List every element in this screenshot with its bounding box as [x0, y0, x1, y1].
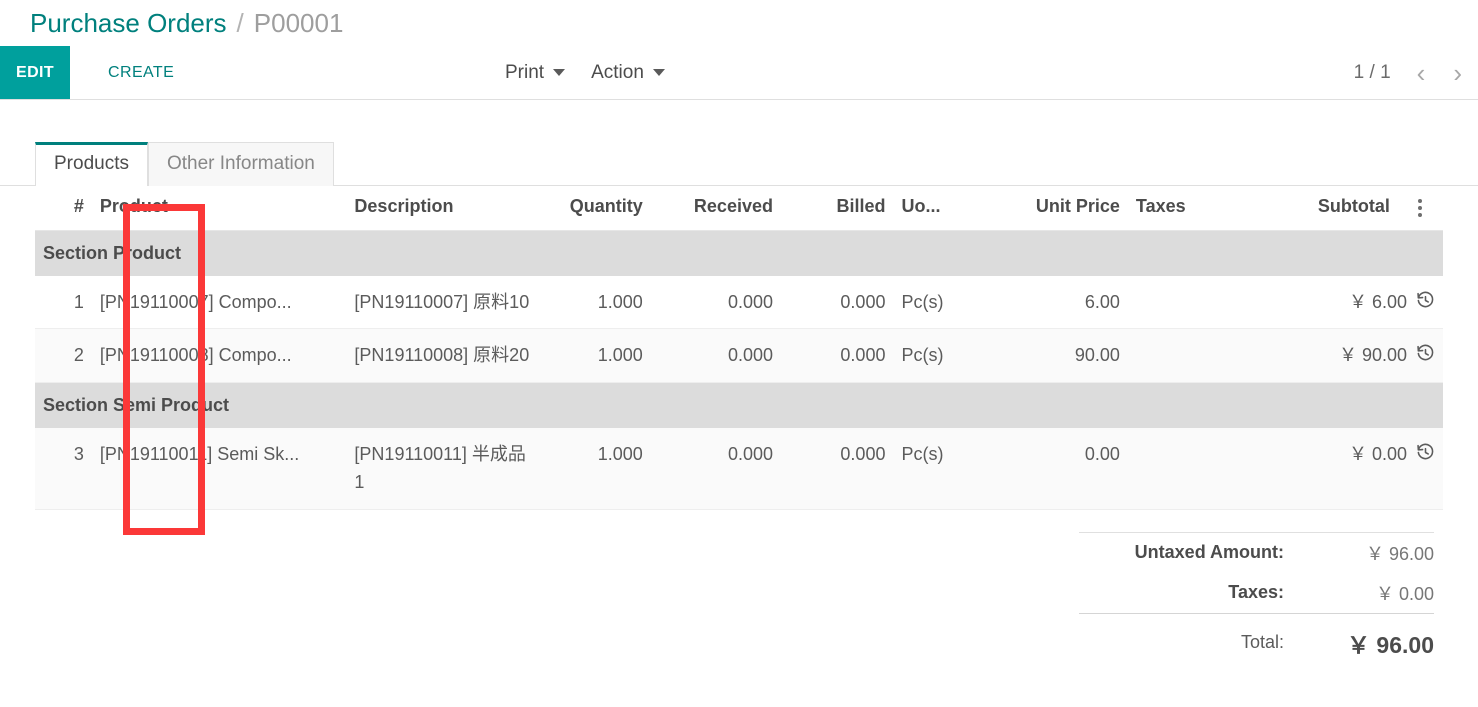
- column-header-uom[interactable]: Uo...: [893, 186, 985, 231]
- print-dropdown-label: Print: [505, 62, 544, 84]
- cell-subtotal-text: ￥ 0.00: [1349, 440, 1407, 468]
- table-section-row[interactable]: Section Product: [35, 231, 1443, 277]
- untaxed-amount-value: ￥ 96.00: [1314, 532, 1434, 573]
- cell-uom[interactable]: Pc(s): [893, 428, 985, 509]
- column-header-received[interactable]: Received: [651, 186, 781, 231]
- cell-unit-price[interactable]: 6.00: [986, 276, 1128, 329]
- cell-description[interactable]: [PN19110011] 半成品1: [346, 428, 538, 509]
- cell-unit-price[interactable]: 90.00: [986, 329, 1128, 382]
- action-dropdown[interactable]: Action: [591, 62, 665, 84]
- tab-products[interactable]: Products: [35, 142, 148, 186]
- total-label: Total:: [1079, 613, 1314, 667]
- table-row[interactable]: 3 [PN19110011] Semi Sk... [PN19110011] 半…: [35, 428, 1443, 509]
- cell-billed: 0.000: [781, 428, 893, 509]
- cell-taxes[interactable]: [1128, 329, 1268, 382]
- cell-quantity[interactable]: 1.000: [538, 428, 650, 509]
- breadcrumb: Purchase Orders / P00001: [0, 0, 1478, 46]
- print-dropdown[interactable]: Print: [505, 62, 565, 84]
- table-row[interactable]: 2 [PN19110008] Compo... [PN19110008] 原料2…: [35, 329, 1443, 382]
- record-sheet: Products Other Information # Product Des…: [0, 130, 1478, 667]
- totals-table: Untaxed Amount: ￥ 96.00 Taxes: ￥ 0.00 To…: [1079, 532, 1434, 667]
- chevron-right-icon[interactable]: ›: [1451, 60, 1464, 86]
- cell-quantity[interactable]: 1.000: [538, 276, 650, 329]
- create-button[interactable]: CREATE: [88, 46, 194, 99]
- order-lines-body: Section Product 1 [PN19110007] Compo... …: [35, 231, 1443, 510]
- breadcrumb-current-record: P00001: [254, 8, 344, 39]
- column-header-unit-price[interactable]: Unit Price: [986, 186, 1128, 231]
- cell-sequence: 2: [35, 329, 92, 382]
- pager: 1 / 1 ‹ ›: [1354, 46, 1464, 99]
- cell-received: 0.000: [651, 428, 781, 509]
- cell-taxes[interactable]: [1128, 276, 1268, 329]
- cell-quantity[interactable]: 1.000: [538, 329, 650, 382]
- cell-subtotal-text: ￥ 90.00: [1339, 341, 1407, 369]
- cell-unit-price[interactable]: 0.00: [986, 428, 1128, 509]
- order-lines-container: # Product Description Quantity Received …: [0, 186, 1478, 510]
- cell-subtotal: ￥ 6.00: [1268, 276, 1443, 329]
- cell-received: 0.000: [651, 329, 781, 382]
- total-value: ￥ 96.00: [1314, 613, 1434, 667]
- table-header-row: # Product Description Quantity Received …: [35, 186, 1443, 231]
- column-header-subtotal[interactable]: Subtotal: [1268, 186, 1398, 231]
- column-header-product[interactable]: Product: [92, 186, 347, 231]
- vertical-dots-icon[interactable]: [1406, 199, 1435, 217]
- column-header-sequence[interactable]: #: [35, 186, 92, 231]
- cell-subtotal: ￥ 90.00: [1268, 329, 1443, 382]
- column-options-cell: [1398, 186, 1443, 231]
- untaxed-amount-label: Untaxed Amount:: [1079, 532, 1314, 573]
- cell-sequence: 1: [35, 276, 92, 329]
- column-header-description[interactable]: Description: [346, 186, 538, 231]
- pager-count: 1 / 1: [1354, 62, 1391, 84]
- cell-product[interactable]: [PN19110007] Compo...: [92, 276, 347, 329]
- cell-uom[interactable]: Pc(s): [893, 276, 985, 329]
- table-row[interactable]: 1 [PN19110007] Compo... [PN19110007] 原料1…: [35, 276, 1443, 329]
- control-panel-dropdowns: Print Action: [505, 46, 665, 99]
- cell-received: 0.000: [651, 276, 781, 329]
- breadcrumb-root-link[interactable]: Purchase Orders: [30, 8, 227, 39]
- tab-other-information[interactable]: Other Information: [148, 142, 334, 186]
- taxes-label: Taxes:: [1079, 573, 1314, 614]
- cell-taxes[interactable]: [1128, 428, 1268, 509]
- cell-product[interactable]: [PN19110011] Semi Sk...: [92, 428, 347, 509]
- taxes-value: ￥ 0.00: [1314, 573, 1434, 614]
- history-icon[interactable]: [1416, 291, 1435, 310]
- order-lines-table: # Product Description Quantity Received …: [35, 186, 1443, 510]
- chevron-down-icon: [653, 69, 665, 76]
- history-icon[interactable]: [1416, 344, 1435, 363]
- column-header-taxes[interactable]: Taxes: [1128, 186, 1268, 231]
- cell-product-text: [PN19110007] Compo...: [100, 288, 339, 316]
- totals-row-taxes: Taxes: ￥ 0.00: [1079, 573, 1434, 614]
- section-name: Section Semi Product: [35, 382, 1443, 428]
- notebook-tabs: Products Other Information: [0, 130, 1478, 186]
- column-header-quantity[interactable]: Quantity: [538, 186, 650, 231]
- cell-sequence: 3: [35, 428, 92, 509]
- cell-subtotal: ￥ 0.00: [1268, 428, 1443, 509]
- order-totals: Untaxed Amount: ￥ 96.00 Taxes: ￥ 0.00 To…: [0, 510, 1478, 667]
- totals-row-untaxed: Untaxed Amount: ￥ 96.00: [1079, 532, 1434, 573]
- history-icon[interactable]: [1416, 443, 1435, 462]
- breadcrumb-separator: /: [237, 8, 244, 39]
- cell-product-text: [PN19110011] Semi Sk...: [100, 440, 339, 468]
- cell-product[interactable]: [PN19110008] Compo...: [92, 329, 347, 382]
- cell-product-text: [PN19110008] Compo...: [100, 341, 339, 369]
- edit-button[interactable]: EDIT: [0, 46, 70, 99]
- cell-description[interactable]: [PN19110008] 原料20: [346, 329, 538, 382]
- control-panel: EDIT CREATE Print Action 1 / 1 ‹ ›: [0, 46, 1478, 100]
- section-name: Section Product: [35, 231, 1443, 277]
- table-section-row[interactable]: Section Semi Product: [35, 382, 1443, 428]
- totals-row-total: Total: ￥ 96.00: [1079, 613, 1434, 667]
- chevron-left-icon[interactable]: ‹: [1415, 60, 1428, 86]
- chevron-down-icon: [553, 69, 565, 76]
- cell-uom[interactable]: Pc(s): [893, 329, 985, 382]
- cell-billed: 0.000: [781, 276, 893, 329]
- cell-description[interactable]: [PN19110007] 原料10: [346, 276, 538, 329]
- action-dropdown-label: Action: [591, 62, 644, 84]
- column-header-billed[interactable]: Billed: [781, 186, 893, 231]
- cell-subtotal-text: ￥ 6.00: [1349, 288, 1407, 316]
- cell-billed: 0.000: [781, 329, 893, 382]
